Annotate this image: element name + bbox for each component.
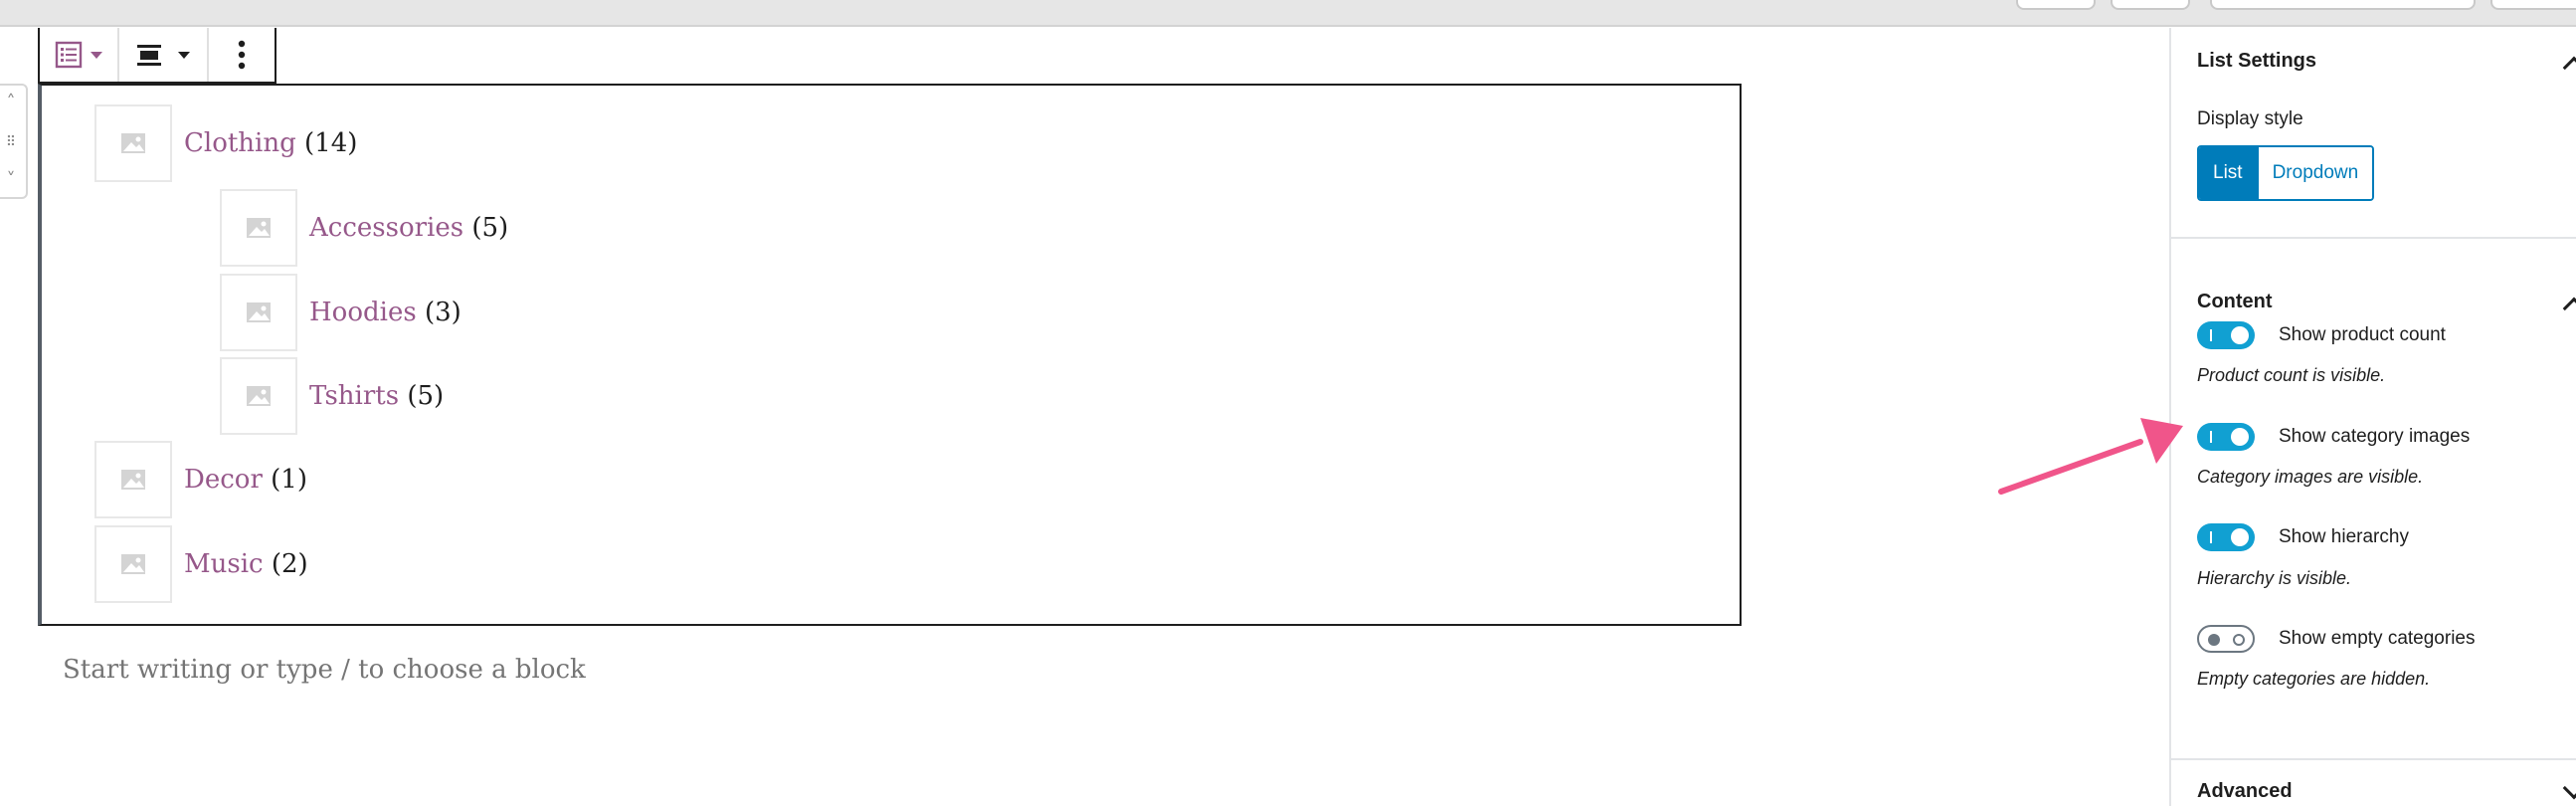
toggle-show-empty-categories: Show empty categories (2197, 622, 2476, 656)
toggle-show-hierarchy: Show hierarchy (2197, 520, 2409, 554)
display-style-dropdown-button[interactable]: Dropdown (2256, 147, 2373, 199)
category-count: (5) (471, 213, 509, 243)
category-label: Clothing (14) (184, 128, 357, 158)
top-bar-button[interactable] (2016, 0, 2096, 10)
category-item: Hoodies (3) (220, 273, 461, 352)
panel-advanced: Advanced (2171, 760, 2576, 806)
chevron-down-icon[interactable] (2562, 776, 2576, 800)
category-label: Tshirts (5) (309, 381, 444, 411)
category-item: Clothing (14) (94, 103, 357, 183)
image-placeholder-icon (247, 386, 271, 406)
toggle-switch[interactable] (2197, 523, 2255, 551)
image-placeholder-icon (247, 302, 271, 322)
move-up-icon[interactable]: ˄ (2, 94, 20, 111)
category-thumbnail (94, 441, 172, 518)
category-thumbnail (220, 274, 297, 351)
category-item: Music (2) (94, 524, 308, 604)
toggle-label: Show empty categories (2279, 628, 2476, 649)
align-button[interactable] (119, 28, 209, 82)
category-item: Tshirts (5) (220, 356, 444, 436)
category-label: Hoodies (3) (309, 298, 461, 327)
move-down-icon[interactable]: ˅ (2, 171, 20, 189)
category-link[interactable]: Tshirts (309, 381, 399, 411)
display-style-toggle-group: List Dropdown (2197, 145, 2375, 201)
category-link[interactable]: Music (184, 549, 264, 579)
category-thumbnail (94, 104, 172, 182)
toggle-switch[interactable] (2197, 423, 2255, 451)
top-bar-button[interactable] (2210, 0, 2476, 10)
dropdown-caret-icon (178, 51, 190, 59)
category-link[interactable]: Accessories (309, 213, 463, 243)
category-item: Decor (1) (94, 440, 307, 519)
toggle-help-text: Hierarchy is visible. (2197, 568, 2352, 588)
panel-title[interactable]: Content (2197, 291, 2273, 313)
category-count: (2) (271, 549, 308, 579)
category-count: (3) (424, 298, 461, 327)
image-placeholder-icon (121, 470, 145, 490)
more-options-button[interactable] (209, 28, 275, 82)
toggle-show-product-count: Show product count (2197, 318, 2446, 352)
image-placeholder-icon (121, 133, 145, 153)
panel-list-settings: List Settings Display style List Dropdow… (2171, 28, 2576, 239)
settings-sidebar: List Settings Display style List Dropdow… (2169, 28, 2576, 806)
toggle-show-category-images: Show category images (2197, 420, 2470, 454)
panel-title[interactable]: Advanced (2197, 780, 2293, 803)
category-link[interactable]: Hoodies (309, 298, 417, 327)
more-options-icon (238, 40, 246, 70)
block-type-button[interactable] (40, 28, 119, 82)
top-bar (0, 0, 2576, 27)
block-toolbar (38, 28, 276, 84)
top-bar-button[interactable] (2490, 0, 2576, 10)
display-style-label: Display style (2197, 108, 2303, 129)
category-thumbnail (94, 525, 172, 603)
toggle-help-text: Empty categories are hidden. (2197, 669, 2431, 689)
toggle-label: Show hierarchy (2279, 526, 2409, 547)
block-appender-placeholder[interactable]: Start writing or type / to choose a bloc… (63, 655, 586, 685)
align-icon (137, 45, 161, 66)
category-label: Accessories (5) (309, 213, 508, 243)
dropdown-caret-icon (91, 51, 102, 59)
category-count: (1) (271, 465, 307, 495)
category-link[interactable]: Clothing (184, 128, 296, 158)
toggle-label: Show category images (2279, 426, 2471, 447)
image-placeholder-icon (247, 218, 271, 238)
panel-content: Content Show product count Product count… (2171, 239, 2576, 760)
category-thumbnail (220, 189, 297, 267)
category-label: Music (2) (184, 549, 308, 579)
toggle-label: Show product count (2279, 324, 2446, 345)
category-item: Accessories (5) (220, 188, 508, 268)
panel-title[interactable]: List Settings (2197, 50, 2316, 73)
list-view-icon (55, 41, 83, 69)
category-thumbnail (220, 357, 297, 435)
category-label: Decor (1) (184, 465, 307, 495)
image-placeholder-icon (121, 554, 145, 574)
chevron-up-icon[interactable] (2562, 297, 2576, 320)
chevron-up-icon[interactable] (2562, 56, 2576, 80)
toggle-help-text: Category images are visible. (2197, 467, 2424, 487)
toggle-help-text: Product count is visible. (2197, 365, 2386, 385)
toggle-switch[interactable] (2197, 321, 2255, 349)
category-count: (5) (407, 381, 445, 411)
category-link[interactable]: Decor (184, 465, 263, 495)
drag-handle-icon[interactable]: ⠿ (2, 133, 20, 151)
category-count: (14) (304, 128, 358, 158)
top-bar-button[interactable] (2111, 0, 2190, 10)
display-style-list-button[interactable]: List (2199, 147, 2257, 199)
block-mover: ˄ ⠿ ˅ (0, 84, 28, 199)
toggle-switch[interactable] (2197, 625, 2255, 653)
